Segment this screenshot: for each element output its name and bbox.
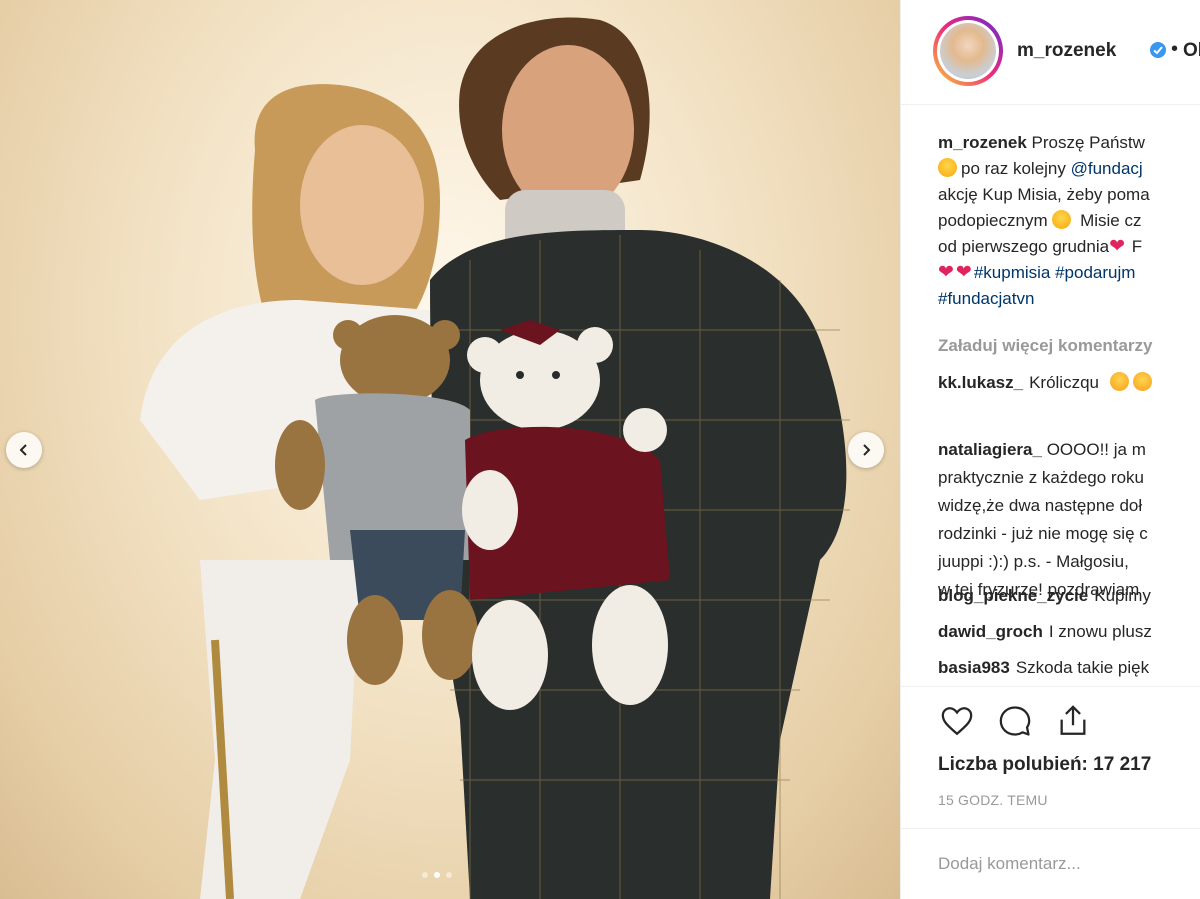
verified-icon <box>1150 42 1166 58</box>
divider <box>901 686 1200 687</box>
comment-username[interactable]: basia983 <box>938 658 1010 677</box>
next-photo-button[interactable] <box>848 432 884 468</box>
caption: m_rozenek Proszę Państw po raz kolejny @… <box>938 130 1200 312</box>
comment-icon <box>999 706 1031 736</box>
comment-text: I znowu plusz <box>1048 622 1152 641</box>
caption-text: podopiecznym <box>938 211 1053 230</box>
comment: nataliagiera_ OOOO!! ja m praktycznie z … <box>938 436 1148 604</box>
comment-text: juuppi :):) p.s. - Małgosiu, <box>938 552 1129 571</box>
mention-link[interactable]: @fundacj <box>1071 159 1143 178</box>
comment-username[interactable]: dawid_groch <box>938 622 1043 641</box>
grinning-emoji-icon <box>1052 210 1072 229</box>
carousel-dots <box>422 872 452 878</box>
post-timestamp[interactable]: 15 GODZ. TEMU <box>938 792 1048 808</box>
carousel-dot <box>446 872 452 878</box>
comment-text: OOOO!! ja m <box>1046 440 1146 459</box>
kiss-emoji-icon <box>1109 372 1129 391</box>
share-icon <box>1060 705 1086 735</box>
caption-text: akcję Kup Misia, żeby poma <box>938 185 1150 204</box>
post-photo[interactable] <box>0 0 900 899</box>
comment-username[interactable]: nataliagiera_ <box>938 440 1042 459</box>
comment-text: Kupimy <box>1094 586 1151 605</box>
add-comment-input[interactable] <box>938 850 1188 878</box>
caption-username[interactable]: m_rozenek <box>938 133 1027 152</box>
likes-count[interactable]: Liczba polubień: 17 217 <box>938 754 1151 776</box>
comment: kk.lukasz_ Króliczqu <box>938 372 1156 393</box>
comment-button[interactable] <box>996 702 1034 740</box>
comment-username[interactable]: blog_piekne_zycie <box>938 586 1088 605</box>
header-username[interactable]: m_rozenek <box>1017 40 1116 62</box>
comment: blog_piekne_zycie Kupimy <box>938 586 1151 606</box>
share-button[interactable] <box>1054 702 1092 740</box>
caption-line: podopiecznym Misie cz <box>938 208 1200 234</box>
hashtag-links[interactable]: #kupmisia #podarujm <box>974 263 1136 282</box>
chevron-right-icon <box>863 444 871 456</box>
carousel-dot-active <box>434 872 440 878</box>
caption-line: m_rozenek Proszę Państw <box>938 130 1200 156</box>
like-button[interactable] <box>938 702 976 740</box>
heart-emoji-icon: ❤ <box>938 262 954 283</box>
comment-text: Szkoda takie pięk <box>1015 658 1150 677</box>
comment-text: widzę,że dwa następne doł <box>938 496 1143 515</box>
caption-line: od pierwszego grudnia❤ F <box>938 234 1200 260</box>
heart-emoji-icon: ❤ <box>1109 236 1125 257</box>
hashtag-link[interactable]: #fundacjatvn <box>938 289 1034 308</box>
comment: basia983 Szkoda takie pięk <box>938 658 1149 678</box>
caption-text: F <box>1126 237 1143 256</box>
post-header: m_rozenek • Ob <box>901 0 1200 105</box>
action-bar <box>938 702 1092 740</box>
separator-dot: • <box>1171 38 1179 60</box>
caption-line: po raz kolejny @fundacj <box>938 156 1200 182</box>
load-more-comments-link[interactable]: Załaduj więcej komentarzy <box>938 336 1152 356</box>
previous-photo-button[interactable] <box>6 432 42 468</box>
divider <box>901 828 1200 829</box>
caption-text: po raz kolejny <box>961 159 1071 178</box>
caption-line: ❤ ❤ #kupmisia #podarujm <box>938 260 1200 286</box>
caption-line: #fundacjatvn <box>938 286 1200 312</box>
caption-line: akcję Kup Misia, żeby poma <box>938 182 1200 208</box>
follow-button[interactable]: Ob <box>1183 40 1200 62</box>
caption-text: Misie cz <box>1075 211 1142 230</box>
comment-text: Króliczqu <box>1029 373 1099 392</box>
photo-illustration <box>140 17 850 899</box>
caption-text: Proszę Państw <box>1026 133 1145 152</box>
heart-icon <box>941 707 973 736</box>
heart-emoji-icon: ❤ <box>955 262 972 283</box>
kiss-emoji-icon <box>1132 372 1152 391</box>
grinning-emoji-icon <box>938 158 957 177</box>
carousel-dot <box>422 872 428 878</box>
comment-text: rodzinki - już nie mogę się c <box>938 524 1148 543</box>
chevron-left-icon <box>19 444 27 456</box>
comment: dawid_groch I znowu plusz <box>938 622 1152 642</box>
avatar[interactable] <box>933 16 1003 86</box>
caption-text: od pierwszego grudnia <box>938 237 1110 256</box>
post-sidebar: m_rozenek • Ob m_rozenek Proszę Państw p… <box>900 0 1200 899</box>
comment-username[interactable]: kk.lukasz_ <box>938 373 1023 392</box>
comment-text: praktycznie z każdego roku <box>938 468 1144 487</box>
